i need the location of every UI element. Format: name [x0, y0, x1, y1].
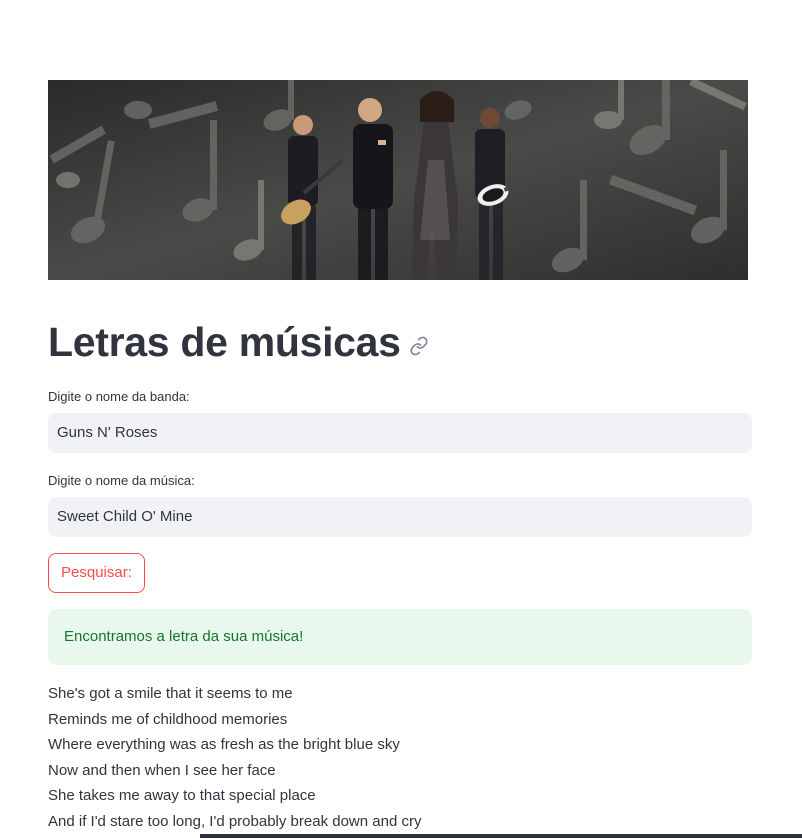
- lyrics-text: She's got a smile that it seems to me Re…: [48, 681, 752, 835]
- song-field-label: Digite o nome da música:: [48, 473, 195, 488]
- search-button[interactable]: Pesquisar:: [48, 553, 145, 593]
- band-banner-image: [48, 80, 748, 280]
- page-title-row: Letras de músicas: [48, 312, 429, 372]
- app-page: Letras de músicas Digite o nome da banda…: [0, 0, 802, 838]
- lyric-line: And if I'd stare too long, I'd probably …: [48, 812, 422, 830]
- band-field-label: Digite o nome da banda:: [48, 389, 190, 404]
- lyric-line: Reminds me of childhood memories: [48, 710, 288, 728]
- lyric-line: Now and then when I see her face: [48, 761, 276, 779]
- lyric-line: She takes me away to that special place: [48, 787, 316, 805]
- success-alert: Encontramos a letra da sua música!: [48, 609, 752, 665]
- band-name-input[interactable]: [48, 413, 752, 453]
- lyric-line: Where everything was as fresh as the bri…: [48, 736, 400, 754]
- bottom-edge-bar: [200, 834, 802, 838]
- link-icon[interactable]: [409, 336, 429, 356]
- page-title: Letras de músicas: [48, 318, 401, 365]
- song-name-input[interactable]: [48, 497, 752, 537]
- lyric-line: She's got a smile that it seems to me: [48, 685, 293, 702]
